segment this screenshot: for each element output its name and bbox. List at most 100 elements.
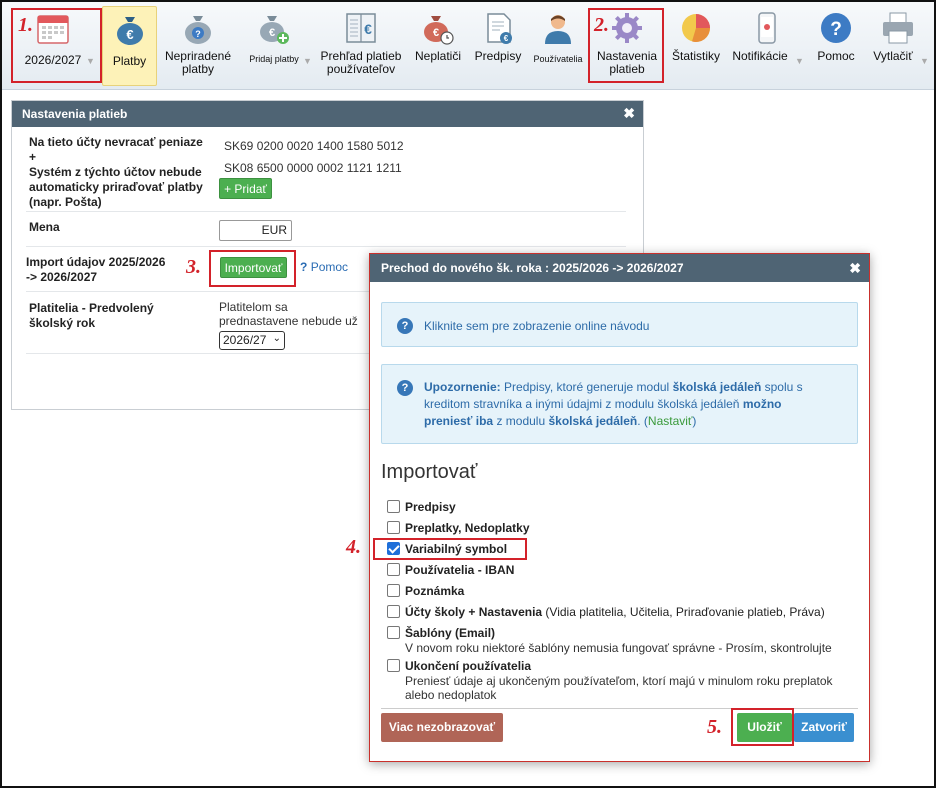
svg-text:€: € <box>269 27 275 39</box>
highlight-save-button <box>731 708 794 746</box>
panel-title: Nastavenia platieb <box>22 107 128 121</box>
help-question-icon: ? <box>300 260 308 274</box>
accounts-label-plus: + <box>29 150 37 164</box>
info-question-icon: ? <box>397 318 413 334</box>
toolbar-nepriradene-platby[interactable]: ? Nepriradené platby <box>160 6 236 86</box>
ukonceni-label: Ukončení používatelia <box>405 659 532 673</box>
step-4-marker: 4. <box>346 536 361 558</box>
toolbar-predpisy[interactable]: € Predpisy <box>470 6 526 86</box>
warning-em-3: školská jedáleň <box>548 414 638 428</box>
money-bag-clock-icon: € <box>424 16 454 45</box>
warning-em-1: školská jedáleň <box>672 380 762 394</box>
sablony-label: Šablóny (Email) <box>405 626 496 640</box>
toolbar-platby[interactable]: € Platby <box>102 6 157 86</box>
pouzivatelia-iban-label: Používatelia - IBAN <box>405 563 515 577</box>
toolbar-vytlacit[interactable]: Vytlačiť ▼ <box>864 6 932 86</box>
chevron-down-icon: ▼ <box>795 56 804 66</box>
toolbar-neplatici[interactable]: € Neplatiči <box>410 6 466 86</box>
accounts-row: Na tieto účty nevracať peniaze + Systém … <box>26 127 626 212</box>
ucty-skoly-checkbox[interactable] <box>387 605 400 618</box>
school-year-select-value: 2026/27 <box>223 333 267 347</box>
document-euro-icon: € <box>487 13 512 44</box>
toolbar-statistiky[interactable]: Štatistiky <box>667 6 725 86</box>
close-icon[interactable]: ✖ <box>849 260 861 277</box>
toolbar-notifikacie[interactable]: Notifikácie ▼ <box>729 6 805 86</box>
guide-info-box[interactable]: ? Kliknite sem pre zobrazenie online náv… <box>381 302 858 347</box>
warning-paren-close: ) <box>692 414 697 428</box>
close-button[interactable]: Zatvoriť <box>794 713 854 742</box>
warning-text: Upozornenie: Predpisy, ktoré generuje mo… <box>424 379 814 430</box>
toolbar-notifikacie-label: Notifikácie <box>732 49 788 63</box>
year-transition-modal: Prechod do nového šk. roka : 2025/2026 -… <box>369 253 870 762</box>
warning-strong: Upozornenie: <box>424 380 501 394</box>
chevron-down-icon: ⌄ <box>272 333 281 344</box>
help-icon: ? <box>821 13 851 43</box>
phone-icon <box>758 12 776 44</box>
step-1-marker: 1. <box>18 14 33 36</box>
close-icon[interactable]: ✖ <box>623 105 635 122</box>
toolbar-neplatici-label: Neplatiči <box>414 49 462 63</box>
warning-dot: . <box>637 414 641 428</box>
toolbar-predpisy-label: Predpisy <box>474 49 522 63</box>
currency-label: Mena <box>29 220 60 234</box>
money-bag-question-icon: ? <box>185 16 211 44</box>
guide-link[interactable]: Kliknite sem pre zobrazenie online návod… <box>424 319 649 333</box>
toolbar-nepriradene-label: Nepriradené platby <box>164 49 232 76</box>
ucty-skoly-extra: (Vidia platitelia, Učitelia, Priraďovani… <box>545 605 825 619</box>
toolbar-pomoc-label: Pomoc <box>817 49 855 63</box>
user-icon <box>545 15 571 44</box>
nastavit-link[interactable]: Nastaviť <box>648 414 693 428</box>
info-question-icon: ? <box>397 380 413 396</box>
highlight-import-button <box>209 250 296 287</box>
warning-text-3: z modulu <box>496 414 546 428</box>
chevron-down-icon: ▼ <box>920 56 929 66</box>
svg-text:?: ? <box>830 19 842 40</box>
ukonceni-checkbox[interactable] <box>387 659 400 672</box>
import-heading: Importovať <box>381 461 478 483</box>
preplatky-checkbox[interactable] <box>387 521 400 534</box>
poznamka-label: Poznámka <box>405 584 465 598</box>
step-2-marker: 2. <box>594 14 609 36</box>
pouzivatelia-iban-checkbox[interactable] <box>387 563 400 576</box>
add-account-button[interactable]: + Pridať <box>219 178 272 199</box>
predpisy-checkbox[interactable] <box>387 500 400 513</box>
accounts-label-1: Na tieto účty nevracať peniaze <box>29 135 203 149</box>
school-year-select[interactable]: 2026/27 ⌄ <box>219 331 285 350</box>
help-link[interactable]: ? Pomoc <box>300 260 348 274</box>
currency-input[interactable]: EUR <box>219 220 292 241</box>
dont-show-again-button[interactable]: Viac nezobrazovať <box>381 713 503 742</box>
ledger-euro-icon: € <box>346 13 376 43</box>
toolbar-prehlad-platieb[interactable]: € Prehľad platieb používateľov <box>314 6 408 86</box>
svg-text:€: € <box>504 34 509 43</box>
toolbar-pridaj-platby-label: Pridaj platby <box>249 54 299 64</box>
poznamka-checkbox[interactable] <box>387 584 400 597</box>
svg-text:€: € <box>364 21 372 37</box>
toolbar-pomoc[interactable]: ? Pomoc <box>810 6 862 86</box>
svg-text:€: € <box>433 27 439 39</box>
toolbar-pouzivatelia[interactable]: Používatelia <box>530 6 586 86</box>
highlight-variabilny-symbol <box>373 538 527 560</box>
sablony-description: V novom roku niektoré šablóny nemusia fu… <box>405 641 832 655</box>
iban-1: SK69 0200 0020 1400 1580 5012 <box>224 139 404 153</box>
preplatky-label: Preplatky, Nedoplatky <box>405 521 530 535</box>
toolbar-pouzivatelia-label: Používatelia <box>533 54 583 64</box>
modal-header: Prechod do nového šk. roka : 2025/2026 -… <box>370 254 869 282</box>
step-5-marker: 5. <box>707 716 722 738</box>
svg-text:€: € <box>126 27 133 42</box>
predpisy-label: Predpisy <box>405 500 456 514</box>
help-link-text: Pomoc <box>310 260 349 274</box>
ucty-skoly-label: Účty školy + Nastavenia (Vidia platiteli… <box>405 605 825 619</box>
iban-2: SK08 6500 0000 0002 1121 1211 <box>224 161 402 175</box>
currency-row: Mena EUR <box>26 212 626 247</box>
toolbar-pridaj-platby[interactable]: € Pridaj platby ▼ <box>240 6 312 86</box>
ucty-skoly-label-text: Účty školy + Nastavenia <box>405 605 543 619</box>
toolbar-platby-label: Platby <box>112 54 147 68</box>
accounts-label: Na tieto účty nevracať peniaze + Systém … <box>29 135 209 210</box>
toolbar-prehlad-label: Prehľad platieb používateľov <box>320 49 402 76</box>
svg-text:?: ? <box>195 29 201 39</box>
sablony-checkbox[interactable] <box>387 626 400 639</box>
panel-header: Nastavenia platieb ✖ <box>12 101 643 127</box>
money-bag-add-icon: € <box>260 16 289 44</box>
main-toolbar: 2026/2027 ▼ € Platby ? Nepriradené platb… <box>2 2 934 90</box>
chevron-down-icon: ▼ <box>303 56 312 66</box>
